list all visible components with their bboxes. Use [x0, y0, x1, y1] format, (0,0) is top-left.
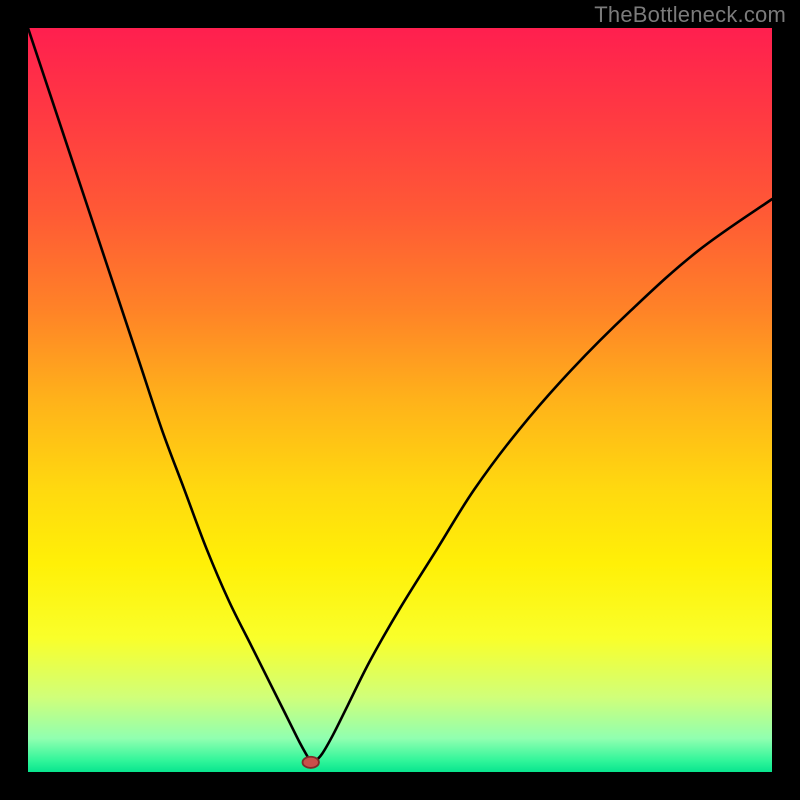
chart-background — [28, 28, 772, 772]
minimum-marker — [303, 757, 319, 768]
bottleneck-chart — [28, 28, 772, 772]
watermark-text: TheBottleneck.com — [594, 2, 786, 28]
chart-frame: TheBottleneck.com — [0, 0, 800, 800]
